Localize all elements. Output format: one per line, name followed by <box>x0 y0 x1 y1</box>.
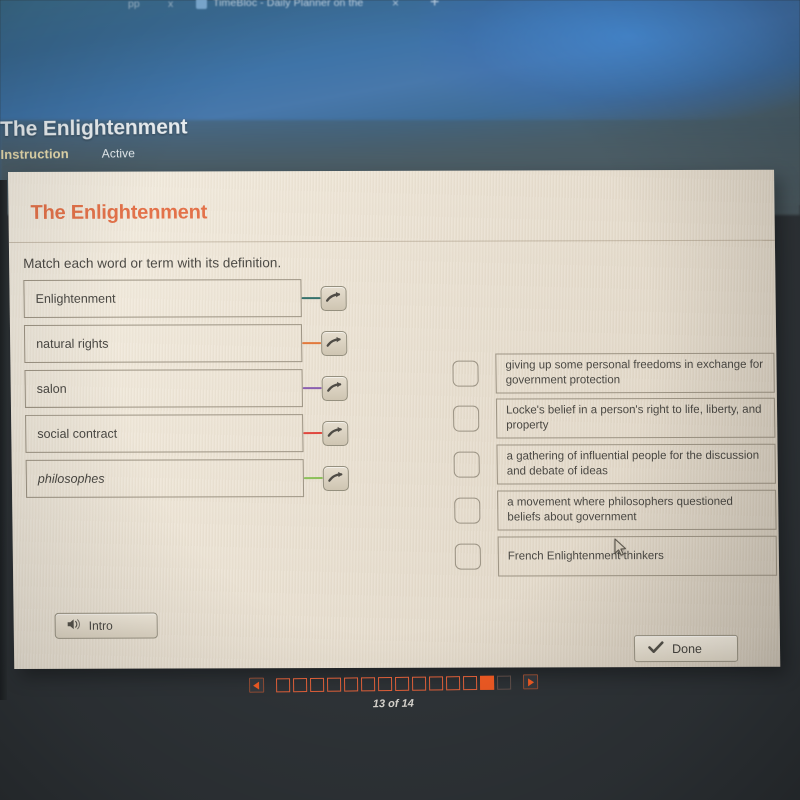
term-label: philosophes <box>37 471 105 486</box>
screen-photo: pp x TimeBloc - Daily Planner on the × +… <box>0 0 800 800</box>
definition-text: French Enlightenment thinkers <box>507 549 664 563</box>
chevron-left-icon <box>252 681 259 690</box>
definition-box[interactable]: a gathering of influential people for th… <box>496 443 776 485</box>
term-label: salon <box>36 381 67 396</box>
terms-column: Enlightenment natural rights salon social c… <box>23 278 763 498</box>
term-row: philosophes <box>25 459 356 498</box>
screen-left-bezel <box>0 180 7 700</box>
match-arrow-button[interactable] <box>322 465 350 491</box>
term-box[interactable]: philosophes <box>25 459 305 498</box>
match-arrow-button[interactable] <box>321 375 348 401</box>
term-label: natural rights <box>36 336 109 351</box>
arrow-right-icon <box>327 426 342 437</box>
definition-box[interactable]: Locke's belief in a person's right to li… <box>495 397 776 439</box>
arrow-right-icon <box>327 471 342 482</box>
connector-line <box>303 431 323 435</box>
intro-button[interactable]: Intro <box>54 612 158 639</box>
title-divider <box>8 239 775 243</box>
intro-button-label: Intro <box>88 618 113 633</box>
status-badge: Active <box>101 146 136 161</box>
pagination-square[interactable] <box>496 675 511 690</box>
term-box[interactable]: salon <box>24 369 303 408</box>
mouse-cursor-icon <box>614 538 628 557</box>
close-icon[interactable]: × <box>392 0 399 10</box>
activity-instruction: Match each word or term with its definit… <box>23 255 282 271</box>
page-counter-label: 13 of 14 <box>372 697 414 711</box>
connector-line <box>301 296 321 300</box>
pagination-square[interactable] <box>411 676 426 691</box>
term-row: Enlightenment <box>23 279 353 318</box>
term-label: Enlightenment <box>35 291 116 306</box>
definition-box[interactable]: a movement where philosophers questioned… <box>497 489 777 531</box>
pagination: 13 of 14 <box>228 674 558 712</box>
definition-text: a movement where philosophers questioned… <box>507 496 733 524</box>
check-icon <box>648 640 664 657</box>
pagination-square[interactable] <box>394 676 409 691</box>
match-arrow-button[interactable] <box>322 420 349 446</box>
pagination-prev-button[interactable] <box>248 677 264 693</box>
new-tab-icon[interactable]: + <box>430 0 439 12</box>
match-drop-target[interactable] <box>453 451 480 478</box>
definition-text: Locke's belief in a person's right to li… <box>505 404 762 432</box>
term-row: salon <box>24 369 354 408</box>
term-row: natural rights <box>23 324 354 363</box>
browser-tab-strip: pp x TimeBloc - Daily Planner on the × + <box>0 0 800 18</box>
pagination-square[interactable] <box>377 676 392 691</box>
term-label: social contract <box>37 426 118 441</box>
tab-favicon-icon <box>196 0 207 9</box>
arrow-right-icon <box>326 381 341 392</box>
done-button-label: Done <box>671 641 703 656</box>
active-tab-title[interactable]: TimeBloc - Daily Planner on the <box>213 0 363 9</box>
definition-row: Locke's belief in a person's right to li… <box>452 397 776 439</box>
pagination-square[interactable] <box>360 676 375 691</box>
pagination-square[interactable] <box>462 675 477 690</box>
definition-row: a movement where philosophers questioned… <box>454 489 777 531</box>
match-drop-target[interactable] <box>452 360 479 387</box>
term-box[interactable]: natural rights <box>23 324 303 363</box>
arrow-right-icon <box>325 291 340 302</box>
term-box[interactable]: Enlightenment <box>23 279 302 318</box>
match-arrow-button[interactable] <box>320 285 347 311</box>
done-button[interactable]: Done <box>633 634 739 663</box>
definition-box[interactable]: giving up some personal freedoms in exch… <box>495 352 775 394</box>
match-area: Enlightenment natural rights salon social c… <box>23 278 778 577</box>
connector-line <box>302 341 322 345</box>
definition-text: a gathering of influential people for th… <box>506 450 760 478</box>
arrow-right-icon <box>326 336 341 347</box>
definition-row: giving up some personal freedoms in exch… <box>452 352 775 394</box>
term-box[interactable]: social contract <box>25 414 304 453</box>
definition-text: giving up some personal freedoms in exch… <box>505 359 764 387</box>
pagination-square[interactable] <box>445 675 460 690</box>
pagination-square[interactable] <box>275 677 290 692</box>
connector-line <box>303 476 323 480</box>
match-arrow-button[interactable] <box>321 330 348 356</box>
page-header: The Enlightenment Instruction Active <box>0 112 461 162</box>
definition-box[interactable]: French Enlightenment thinkers <box>497 535 778 577</box>
pagination-square[interactable] <box>479 675 494 690</box>
connector-line <box>302 386 322 390</box>
pagination-square[interactable] <box>428 675 443 691</box>
pagination-square[interactable] <box>343 676 358 692</box>
term-row: social contract <box>25 414 355 453</box>
section-label: Instruction <box>0 146 69 162</box>
pagination-squares-row <box>248 674 538 693</box>
match-drop-target[interactable] <box>452 405 480 432</box>
activity-title: The Enlightenment <box>30 201 208 224</box>
tab-ghost-left[interactable]: pp <box>128 0 140 10</box>
pagination-square[interactable] <box>309 677 324 692</box>
speaker-icon <box>67 618 82 634</box>
pagination-next-button[interactable] <box>522 674 538 690</box>
pagination-square[interactable] <box>326 677 341 692</box>
tab-ghost-close[interactable]: x <box>168 0 173 10</box>
definition-row: a gathering of influential people for th… <box>453 443 776 485</box>
match-drop-target[interactable] <box>454 497 481 524</box>
chevron-right-icon <box>527 677 534 686</box>
pagination-square[interactable] <box>292 677 307 692</box>
page-title: The Enlightenment <box>0 115 188 141</box>
match-drop-target[interactable] <box>454 543 482 570</box>
activity-panel: The Enlightenment Match each word or ter… <box>8 169 781 669</box>
